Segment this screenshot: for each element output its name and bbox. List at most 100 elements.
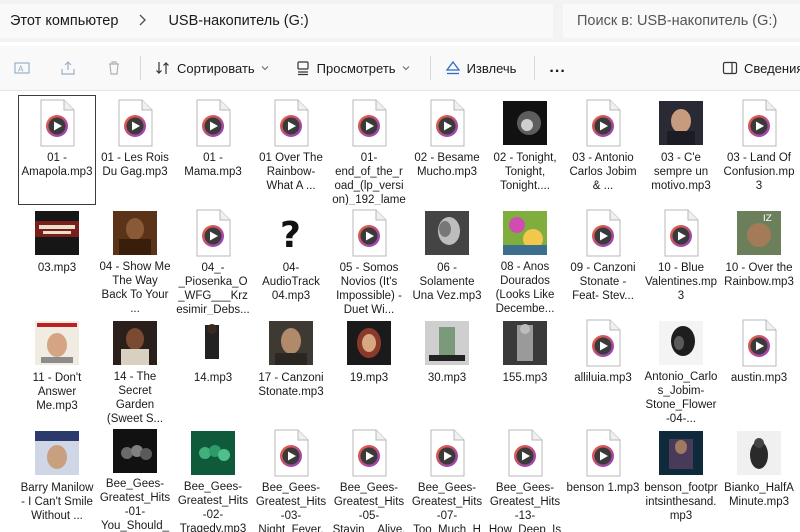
file-item[interactable]: benson_footprintsinthesand.mp3 bbox=[642, 425, 720, 532]
album-cover-thumbnail bbox=[111, 429, 159, 473]
file-name: 08 - Anos Dourados (Looks Like Decembe..… bbox=[495, 261, 555, 315]
file-item[interactable]: IZ 10 - Over the Rainbow.mp3 bbox=[720, 205, 798, 315]
album-cover-thumbnail bbox=[189, 429, 237, 476]
file-item[interactable]: 17 - Canzoni Stonate.mp3 bbox=[252, 315, 330, 425]
audio-file-icon bbox=[352, 429, 387, 477]
file-name: Bee_Gees-Greatest_Hits-13-How_Deep_Is_Y.… bbox=[488, 482, 562, 532]
file-item[interactable]: 08 - Anos Dourados (Looks Like Decembe..… bbox=[486, 205, 564, 315]
breadcrumb-usb-drive[interactable]: USB-накопитель (G:) bbox=[158, 13, 318, 29]
more-options-button[interactable]: ... bbox=[549, 59, 565, 77]
album-art-icon bbox=[503, 101, 547, 145]
file-item[interactable]: 03 - Antonio Carlos Jobim & ... bbox=[564, 95, 642, 205]
album-art-icon: ? bbox=[269, 211, 313, 255]
audio-file-icon bbox=[586, 209, 621, 257]
search-input[interactable]: Поиск в: USB-накопитель (G:) bbox=[563, 4, 800, 38]
file-item[interactable]: 01-end_of_the_road_(lp_version)_192_lame… bbox=[330, 95, 408, 205]
album-art-icon bbox=[503, 210, 547, 255]
file-item[interactable]: 02 - Besame Mucho.mp3 bbox=[408, 95, 486, 205]
file-item[interactable]: 06 - Solamente Una Vez.mp3 bbox=[408, 205, 486, 315]
file-item[interactable]: 09 - Canzoni Stonate - Feat- Stev... bbox=[564, 205, 642, 315]
audio-file-icon bbox=[352, 209, 387, 257]
file-item[interactable]: 01 - Les Rois Du Gag.mp3 bbox=[96, 95, 174, 205]
delete-icon[interactable] bbox=[102, 56, 126, 80]
audio-file-icon bbox=[196, 209, 231, 257]
file-thumbnail bbox=[735, 99, 783, 147]
view-icon bbox=[297, 61, 309, 76]
chevron-down-icon bbox=[402, 66, 409, 71]
file-item[interactable]: 04_-_Piosenka_O_WFG___Krzesimir_Debs... bbox=[174, 205, 252, 315]
file-item[interactable]: Bee_Gees-Greatest_Hits-01-You_Should_B..… bbox=[96, 425, 174, 532]
command-bar: A Сортировать Просмотреть Извлечь ... Св… bbox=[0, 46, 800, 91]
file-item[interactable]: 01 - Amapola.mp3 bbox=[18, 95, 96, 205]
file-item[interactable]: Antonio_Carlos_Jobim-Stone_Flower-04-... bbox=[642, 315, 720, 425]
file-item[interactable]: Bee_Gees-Greatest_Hits-03-Night_Fever.mp… bbox=[252, 425, 330, 532]
file-item[interactable]: austin.mp3 bbox=[720, 315, 798, 425]
rename-icon[interactable]: A bbox=[10, 56, 34, 80]
file-item[interactable]: 30.mp3 bbox=[408, 315, 486, 425]
file-name: 19.mp3 bbox=[349, 372, 389, 384]
album-cover-thumbnail bbox=[423, 209, 471, 257]
file-item[interactable]: Bianko_HalfAMinute.mp3 bbox=[720, 425, 798, 532]
file-name: 03 - C'e sempre un motivo.mp3 bbox=[651, 152, 711, 192]
file-item[interactable]: Bee_Gees-Greatest_Hits-05-Stayin__Alive.… bbox=[330, 425, 408, 532]
album-art-icon bbox=[113, 429, 157, 473]
file-thumbnail bbox=[33, 99, 81, 147]
details-button[interactable]: Сведения bbox=[722, 60, 800, 76]
file-name: 03 - Land Of Confusion.mp3 bbox=[723, 152, 795, 192]
album-art-icon bbox=[191, 321, 235, 365]
audio-file-icon bbox=[196, 99, 231, 147]
file-item[interactable]: 14.mp3 bbox=[174, 315, 252, 425]
sort-icon bbox=[156, 62, 169, 74]
toolbar-divider bbox=[140, 56, 141, 80]
file-item[interactable]: Bee_Gees-Greatest_Hits-02-Tragedy.mp3 bbox=[174, 425, 252, 532]
file-thumbnail bbox=[189, 99, 237, 147]
breadcrumb-this-pc[interactable]: Этот компьютер bbox=[0, 13, 128, 29]
file-item[interactable]: 19.mp3 bbox=[330, 315, 408, 425]
file-item[interactable]: 11 - Don't Answer Me.mp3 bbox=[18, 315, 96, 425]
file-name: alliluia.mp3 bbox=[574, 372, 632, 384]
address-bar[interactable]: Этот компьютер USB-накопитель (G:) bbox=[0, 4, 553, 38]
file-item[interactable]: 02 - Tonight, Tonight, Tonight.... bbox=[486, 95, 564, 205]
view-button[interactable]: Просмотреть bbox=[295, 60, 410, 76]
album-cover-thumbnail bbox=[501, 209, 549, 256]
audio-file-icon bbox=[430, 99, 465, 147]
file-name: 03.mp3 bbox=[37, 262, 77, 274]
file-item[interactable]: benson 1.mp3 bbox=[564, 425, 642, 532]
sort-button[interactable]: Сортировать bbox=[155, 60, 269, 76]
album-cover-thumbnail bbox=[501, 319, 549, 367]
eject-button[interactable]: Извлечь bbox=[445, 60, 516, 76]
album-art-icon bbox=[659, 431, 703, 475]
title-area: Этот компьютер USB-накопитель (G:) Поиск… bbox=[0, 0, 800, 42]
file-name: 14 - The Secret Garden (Sweet S... bbox=[106, 371, 164, 425]
file-item[interactable]: 01 - Mama.mp3 bbox=[174, 95, 252, 205]
file-item[interactable]: alliluia.mp3 bbox=[564, 315, 642, 425]
file-item[interactable]: 03.mp3 bbox=[18, 205, 96, 315]
share-icon[interactable] bbox=[56, 56, 80, 80]
audio-file-icon bbox=[274, 429, 309, 477]
file-item[interactable]: 03 - C'e sempre un motivo.mp3 bbox=[642, 95, 720, 205]
album-cover-thumbnail bbox=[345, 319, 393, 367]
album-art-icon bbox=[35, 321, 79, 365]
file-item[interactable]: Bee_Gees-Greatest_Hits-07-Too_Much_He... bbox=[408, 425, 486, 532]
file-name: benson 1.mp3 bbox=[566, 482, 640, 494]
file-name: 06 - Solamente Una Vez.mp3 bbox=[412, 262, 482, 302]
chevron-right-icon[interactable] bbox=[128, 14, 158, 29]
file-item[interactable]: 01 Over The Rainbow-What A ... bbox=[252, 95, 330, 205]
file-item[interactable]: 14 - The Secret Garden (Sweet S... bbox=[96, 315, 174, 425]
file-item[interactable]: 155.mp3 bbox=[486, 315, 564, 425]
file-name: Bee_Gees-Greatest_Hits-07-Too_Much_He... bbox=[411, 482, 483, 532]
file-item[interactable]: Bee_Gees-Greatest_Hits-13-How_Deep_Is_Y.… bbox=[486, 425, 564, 532]
file-list-view[interactable]: 01 - Amapola.mp3 01 - Les Rois Du Gag.mp3… bbox=[0, 91, 800, 532]
file-item[interactable]: 04 - Show Me The Way Back To Your ... bbox=[96, 205, 174, 315]
file-name: 01-end_of_the_road_(lp_version)_192_lame… bbox=[332, 152, 406, 205]
album-cover-thumbnail: ? bbox=[267, 209, 315, 257]
file-item[interactable]: Barry Manilow - I Can't Smile Without ..… bbox=[18, 425, 96, 532]
file-thumbnail bbox=[189, 209, 237, 257]
file-item[interactable]: 03 - Land Of Confusion.mp3 bbox=[720, 95, 798, 205]
file-item[interactable]: 10 - Blue Valentines.mp3 bbox=[642, 205, 720, 315]
file-item[interactable]: ? 04-AudioTrack 04.mp3 bbox=[252, 205, 330, 315]
audio-file-icon bbox=[40, 99, 75, 147]
file-item[interactable]: 05 - Somos Novios (It's Impossible) - Du… bbox=[330, 205, 408, 315]
album-cover-thumbnail bbox=[657, 429, 705, 477]
album-cover-thumbnail bbox=[501, 99, 549, 147]
